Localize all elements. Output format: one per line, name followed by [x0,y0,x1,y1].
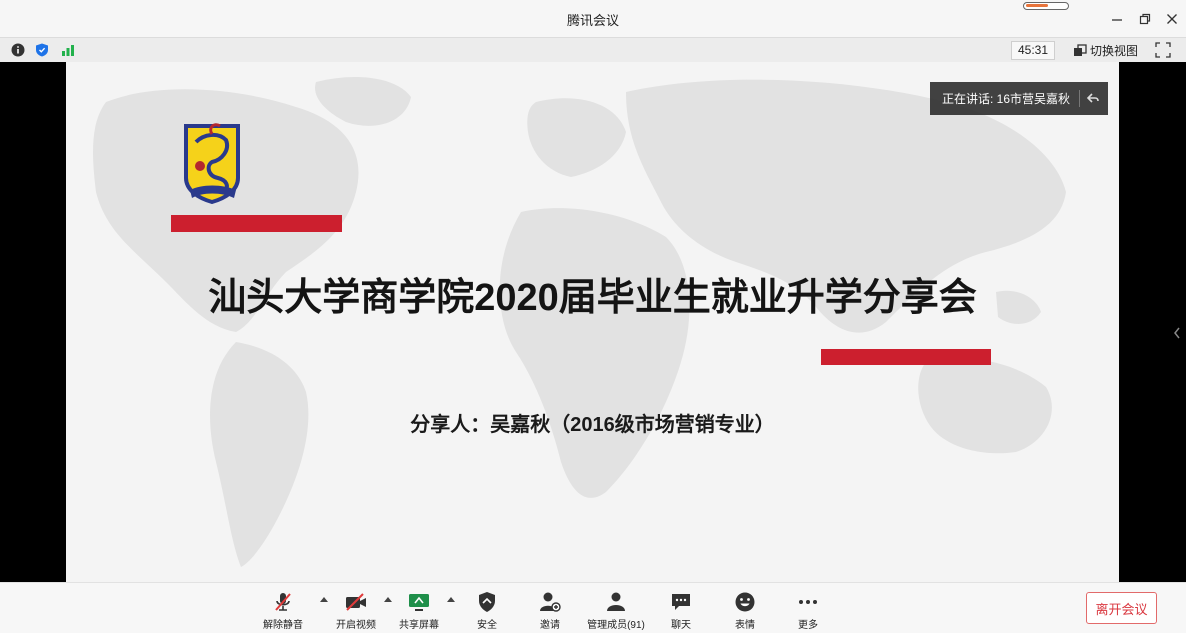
meeting-toolbar: 解除静音 开启视频 共享屏幕 安全 邀请 管理成员(91) 聊天 表情 更多 离… [0,582,1186,633]
emoji-button[interactable]: 表情 [710,591,780,631]
switch-view-button[interactable]: 切换视图 [1073,42,1138,59]
collapse-icon[interactable] [1086,91,1100,105]
invite-button[interactable]: 邀请 [515,591,585,631]
microphone-muted-icon [271,591,295,613]
chat-label: 聊天 [671,620,691,631]
shield-icon[interactable] [35,43,49,57]
shared-screen-area: 汕头大学商学院2020届毕业生就业升学分享会 分享人：吴嘉秋（2016级市场营销… [0,62,1186,582]
network-indicator [1023,2,1069,10]
restore-icon[interactable] [1135,9,1155,29]
speaking-label: 正在讲话: 16市营吴嘉秋 [942,92,1071,106]
close-icon[interactable] [1162,9,1182,29]
speaking-indicator: 正在讲话: 16市营吴嘉秋 [930,82,1108,115]
info-bar: 45:31 切换视图 [0,37,1186,62]
more-button[interactable]: 更多 [773,591,843,631]
start-video-label: 开启视频 [336,620,376,631]
security-button[interactable]: 安全 [452,591,522,631]
title-bar: 腾讯会议 [0,0,1186,37]
presentation-slide: 汕头大学商学院2020届毕业生就业升学分享会 分享人：吴嘉秋（2016级市场营销… [66,62,1119,582]
emoji-label: 表情 [735,620,755,631]
university-logo [184,123,240,204]
chevron-left-icon[interactable] [1172,325,1182,341]
start-video-button[interactable]: 开启视频 [321,591,391,631]
share-screen-label: 共享屏幕 [399,620,439,631]
emoji-icon [733,591,757,613]
share-screen-button[interactable]: 共享屏幕 [384,591,454,631]
window-title: 腾讯会议 [566,13,619,28]
share-screen-icon [407,591,431,613]
more-label: 更多 [798,620,818,631]
switch-view-icon [1074,43,1087,56]
switch-view-label: 切换视图 [1090,44,1139,58]
leave-meeting-button[interactable]: 离开会议 [1086,592,1157,624]
more-icon [796,591,820,613]
unmute-label: 解除静音 [263,620,303,631]
fullscreen-icon[interactable] [1155,42,1171,58]
security-label: 安全 [477,620,497,631]
chat-icon [669,591,693,613]
invite-label: 邀请 [540,620,560,631]
minimize-icon[interactable] [1107,9,1127,29]
red-accent-bar-bottom [821,349,991,365]
red-accent-bar-top [171,215,342,232]
chat-button[interactable]: 聊天 [646,591,716,631]
info-icon[interactable] [11,43,25,57]
security-icon [475,591,499,613]
meeting-timer: 45:31 [1011,41,1055,60]
slide-title: 汕头大学商学院2020届毕业生就业升学分享会 [208,277,977,319]
manage-members-button[interactable]: 管理成员(91) [581,591,651,631]
camera-off-icon [344,591,368,613]
members-icon [604,591,628,613]
manage-members-label: 管理成员(91) [587,620,645,631]
unmute-button[interactable]: 解除静音 [248,591,318,631]
signal-icon [62,45,74,56]
slide-subtitle: 分享人：吴嘉秋（2016级市场营销专业） [410,414,775,436]
invite-icon [538,591,562,613]
